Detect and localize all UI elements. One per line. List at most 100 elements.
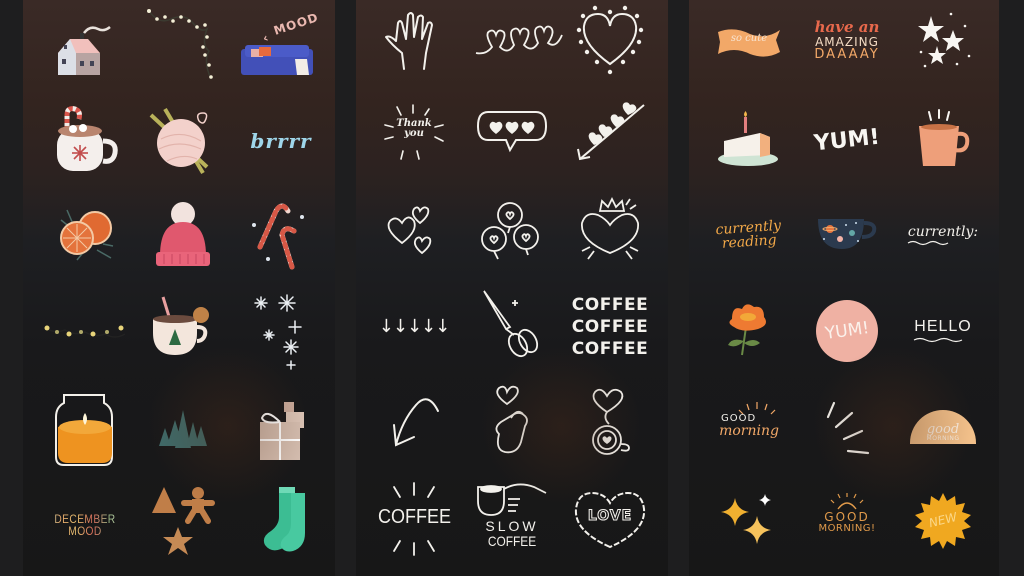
- slow-coffee-text: SLOW COFFEE: [472, 519, 552, 548]
- heart-bubbles-icon: [481, 202, 539, 260]
- sticker-hearts-arrow[interactable]: [562, 92, 658, 174]
- wavy-underline-icon: [913, 337, 963, 343]
- sticker-curved-arrow[interactable]: [366, 382, 462, 464]
- sticker-coffee-cup[interactable]: [895, 100, 991, 182]
- sticker-currently[interactable]: currently:: [895, 194, 991, 276]
- currently-reading-text: currently reading: [715, 218, 782, 252]
- sticker-sparkles[interactable]: [701, 480, 797, 562]
- sticker-yum-text[interactable]: YUM!: [799, 100, 895, 182]
- reading-line: reading: [721, 232, 778, 252]
- sticker-yum-circle[interactable]: YUM!: [799, 290, 895, 372]
- sticker-december-mood[interactable]: DECEMBER MOOD: [37, 484, 133, 566]
- sticker-thank-you[interactable]: Thank you: [366, 92, 462, 174]
- heart-loops-icon: [475, 25, 563, 55]
- sticker-hand-wave[interactable]: [366, 0, 462, 82]
- sticker-heart-loops[interactable]: [464, 0, 563, 82]
- so-cute-text: so cute: [730, 33, 768, 44]
- finger-heart-icon: [495, 385, 528, 454]
- have-an-amazing-day-text: have an AMAZING DAAAAY: [814, 18, 880, 63]
- sun-icon: [830, 493, 864, 510]
- good-morning-script-text: GOOD morning: [719, 414, 779, 439]
- orange-slices-icon: [60, 209, 114, 261]
- slow-label: SLOW: [485, 518, 539, 534]
- sticker-down-arrows[interactable]: ↓↓↓↓↓: [366, 286, 462, 368]
- sticker-so-cute-banner[interactable]: so cute: [701, 0, 797, 82]
- burst-lines-icon: [826, 401, 870, 455]
- coffee-x3-text: COFFEE COFFEE COFFEE: [572, 294, 648, 360]
- hearts-arrow-icon: [577, 102, 645, 161]
- sticker-gingerbread-cookies[interactable]: [135, 478, 231, 560]
- sticker-string-lights[interactable]: [135, 2, 231, 84]
- have-an-line: have an: [814, 18, 880, 36]
- yum-text: YUM!: [812, 124, 881, 157]
- coffee-line: COFFEE: [571, 339, 649, 360]
- daaaay-line: DAAAAY: [814, 47, 880, 63]
- sticker-scissors[interactable]: [464, 286, 560, 368]
- brrrr-text: brrrr: [250, 129, 312, 153]
- sticker-heart-bubbles[interactable]: [464, 190, 560, 272]
- sticker-good-morning-semicircle[interactable]: good MORNING: [895, 386, 991, 468]
- sticker-currently-reading[interactable]: currently reading: [701, 194, 797, 276]
- sticker-cocoa-mug-candy-cane[interactable]: [37, 100, 133, 182]
- snowflakes-icon: [254, 294, 302, 370]
- sticker-brrrr[interactable]: brrrr: [233, 100, 329, 182]
- sticker-sofa-mood[interactable]: MOOD ‹: [233, 8, 329, 90]
- sticker-hello[interactable]: HELLO: [895, 290, 991, 372]
- coffee-line: COFFEE: [571, 316, 649, 337]
- sofa-icon: [241, 45, 313, 75]
- coffee-label: COFFEE: [487, 532, 537, 549]
- fairy-lights-icon: [44, 325, 126, 338]
- morning-text: MORNING: [926, 435, 960, 442]
- sticker-yarn-ball[interactable]: [135, 100, 231, 182]
- orange-flower-icon: [728, 304, 766, 356]
- sticker-burst-lines[interactable]: [799, 386, 895, 468]
- sticker-cocoa-mug-gingerbread[interactable]: [135, 290, 231, 372]
- sticker-three-hearts[interactable]: [366, 190, 462, 272]
- sticker-coffee-burst[interactable]: COFFEE: [366, 478, 462, 560]
- pine-trees-icon: [159, 410, 207, 448]
- sticker-latte-heart[interactable]: [562, 382, 658, 464]
- sticker-have-an-amazing-day[interactable]: have an AMAZING DAAAAY: [799, 0, 895, 82]
- sticker-fairy-lights[interactable]: [37, 290, 133, 372]
- sticker-good-morning-script[interactable]: GOOD morning: [701, 386, 797, 468]
- coffee-cup-icon: [919, 109, 970, 166]
- birthday-cake-icon: [718, 111, 778, 166]
- sticker-green-socks[interactable]: [233, 478, 329, 560]
- sticker-dotted-heart[interactable]: [562, 0, 658, 82]
- sticker-panel-white-doodles: Thank you ↓↓↓↓↓ COFFEE COFFEE COFFEE COF…: [356, 0, 668, 576]
- currently-text: currently:: [907, 223, 979, 240]
- socks-icon: [263, 487, 305, 552]
- sticker-panel-warm-lettering: so cute have an AMAZING DAAAAY YUM! curr…: [689, 0, 999, 576]
- sticker-slow-coffee[interactable]: SLOW COFFEE: [464, 478, 560, 560]
- sticker-good-morning-sun[interactable]: GOOD MORNING!: [799, 480, 895, 562]
- candle-jar-icon: [55, 394, 113, 466]
- sticker-hearts-speech-bubble[interactable]: [464, 92, 560, 174]
- sticker-birthday-cake[interactable]: [701, 100, 797, 182]
- sticker-panel-cozy-winter: MOOD ‹ brrrr DECEMBER MOOD: [23, 0, 335, 576]
- scissors-icon: [483, 290, 539, 358]
- sticker-pink-beanie[interactable]: [135, 194, 231, 276]
- cottage-icon: [58, 26, 111, 75]
- sticker-snowflakes[interactable]: [233, 290, 329, 372]
- sticker-galaxy-cup[interactable]: [799, 194, 895, 276]
- sticker-candy-canes[interactable]: [233, 194, 329, 276]
- gingerbread-mug-icon: [153, 296, 209, 355]
- sticker-pine-trees[interactable]: [135, 388, 231, 470]
- sticker-new-badge[interactable]: NEW: [895, 480, 991, 562]
- sticker-cottage[interactable]: [37, 8, 133, 90]
- yum-circle-text: YUM!: [823, 317, 871, 344]
- sticker-love-heart[interactable]: LOVE: [562, 478, 658, 560]
- sticker-finger-heart[interactable]: [464, 382, 560, 464]
- love-text: LOVE: [587, 508, 633, 524]
- beanie-icon: [156, 202, 210, 266]
- sticker-orange-slices[interactable]: [37, 194, 133, 276]
- sticker-stars[interactable]: [895, 0, 991, 82]
- wavy-underline-icon: [907, 240, 949, 245]
- sticker-orange-flower[interactable]: [701, 290, 797, 372]
- sticker-candle-jar[interactable]: [37, 388, 133, 470]
- sticker-gift-boxes[interactable]: [233, 388, 329, 470]
- morning-line: MORNING!: [818, 522, 876, 534]
- sticker-coffee-x3[interactable]: COFFEE COFFEE COFFEE: [562, 286, 658, 368]
- sticker-crowned-heart[interactable]: [562, 190, 658, 272]
- december-mood-text: DECEMBER MOOD: [44, 513, 126, 537]
